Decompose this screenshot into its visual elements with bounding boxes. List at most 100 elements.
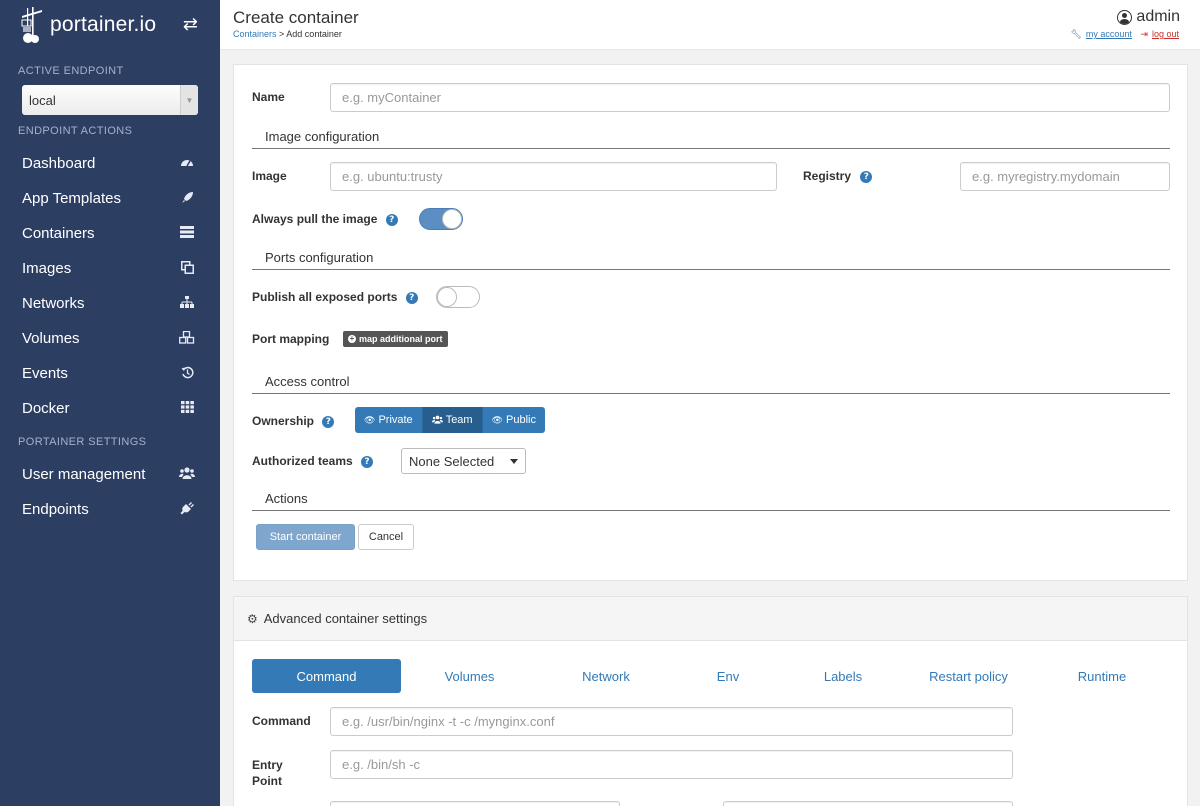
portainer-logo-icon[interactable] bbox=[20, 7, 46, 43]
registry-label-text: Registry bbox=[803, 169, 852, 183]
endpoint-select-value: local bbox=[29, 92, 56, 108]
sidebar-item-events[interactable]: Events bbox=[0, 356, 220, 391]
image-input[interactable]: e.g. ubuntu:trusty bbox=[330, 162, 777, 191]
sidebar-item-label: Networks bbox=[22, 295, 85, 312]
rocket-icon bbox=[179, 191, 195, 207]
sidebar-item-label: User management bbox=[22, 466, 146, 483]
ownership-button-group: 👁︎ Private Team 👁︎ Public bbox=[355, 407, 545, 433]
clone-icon bbox=[179, 260, 195, 277]
help-icon[interactable]: ? bbox=[385, 214, 398, 226]
caret-down-icon bbox=[510, 459, 518, 464]
sidebar-item-label: Images bbox=[22, 260, 72, 277]
eye-icon: 👁︎ bbox=[491, 414, 504, 425]
tab-network[interactable]: Network bbox=[550, 659, 662, 693]
name-input[interactable]: e.g. myContainer bbox=[330, 83, 1170, 112]
help-icon[interactable]: ? bbox=[405, 292, 418, 304]
map-additional-port-button[interactable]: + map additional port bbox=[343, 331, 448, 347]
registry-input[interactable]: e.g. myregistry.mydomain bbox=[960, 162, 1170, 191]
ownership-private-label: Private bbox=[378, 414, 413, 426]
users-icon bbox=[431, 415, 443, 426]
breadcrumb: Containers > Add container bbox=[233, 29, 342, 39]
help-icon[interactable]: ? bbox=[860, 171, 873, 183]
gear-icon: ⚙ bbox=[247, 611, 258, 626]
plus-circle-icon: + bbox=[348, 334, 356, 343]
tab-volumes[interactable]: Volumes bbox=[412, 659, 527, 693]
sidebar-item-volumes[interactable]: Volumes bbox=[0, 321, 220, 356]
image-label: Image bbox=[252, 169, 287, 183]
sidebar-item-dashboard[interactable]: Dashboard bbox=[0, 146, 220, 181]
sign-out-icon: ⇥ bbox=[1140, 29, 1148, 39]
image-input-placeholder: e.g. ubuntu:trusty bbox=[342, 169, 443, 184]
advanced-settings-panel: ⚙ Advanced container settings Command Vo… bbox=[233, 596, 1188, 806]
command-label: Command bbox=[252, 714, 311, 728]
ownership-team-button[interactable]: Team bbox=[422, 407, 483, 433]
endpoint-select[interactable]: local ▼ bbox=[22, 85, 198, 115]
always-pull-label-text: Always pull the image bbox=[252, 212, 378, 226]
entry-point-input[interactable]: e.g. /bin/sh -c bbox=[330, 750, 1013, 779]
publish-ports-toggle[interactable] bbox=[436, 286, 480, 308]
sidebar-item-docker[interactable]: Docker bbox=[0, 391, 220, 426]
portainer-settings-title: PORTAINER SETTINGS bbox=[18, 436, 147, 448]
swap-icon[interactable]: ⇄ bbox=[183, 14, 198, 35]
sidebar-item-containers[interactable]: Containers bbox=[0, 216, 220, 251]
user-circle-icon bbox=[1117, 9, 1133, 25]
username: admin bbox=[1136, 8, 1180, 25]
start-container-button[interactable]: Start container bbox=[256, 524, 355, 550]
breadcrumb-containers-link[interactable]: Containers bbox=[233, 29, 277, 39]
sidebar-item-app-templates[interactable]: App Templates bbox=[0, 181, 220, 216]
users-icon bbox=[179, 467, 195, 482]
tab-runtime[interactable]: Runtime bbox=[1060, 659, 1144, 693]
sidebar-item-networks[interactable]: Networks bbox=[0, 286, 220, 321]
page-title: Create container bbox=[233, 8, 359, 27]
authorized-teams-select[interactable]: None Selected bbox=[401, 448, 526, 474]
brand: portainer.io ⇄ bbox=[0, 0, 220, 50]
entry-point-label: Entry Point bbox=[252, 757, 283, 789]
tab-restart-policy[interactable]: Restart policy bbox=[916, 659, 1021, 693]
entry-point-label-line1: Entry bbox=[252, 758, 283, 772]
ownership-team-label: Team bbox=[445, 414, 473, 426]
name-label: Name bbox=[252, 90, 285, 104]
sitemap-icon bbox=[179, 296, 195, 311]
ownership-public-label: Public bbox=[506, 414, 536, 426]
breadcrumb-current: Add container bbox=[286, 29, 342, 39]
cancel-button[interactable]: Cancel bbox=[358, 524, 414, 550]
my-account-link[interactable]: my account bbox=[1086, 29, 1132, 39]
registry-input-placeholder: e.g. myregistry.mydomain bbox=[972, 169, 1120, 184]
access-control-heading: Access control bbox=[252, 374, 1170, 394]
tab-env[interactable]: Env bbox=[698, 659, 758, 693]
publish-ports-label-text: Publish all exposed ports bbox=[252, 290, 398, 304]
chevron-down-icon: ▼ bbox=[180, 85, 198, 115]
brand-name: portainer.io bbox=[50, 13, 157, 36]
sidebar-item-endpoints[interactable]: Endpoints bbox=[0, 492, 220, 527]
sidebar-item-label: Endpoints bbox=[22, 501, 89, 518]
extra-input-left[interactable] bbox=[330, 801, 620, 806]
ownership-private-button[interactable]: 👁︎ Private bbox=[355, 407, 423, 433]
sidebar-item-label: Events bbox=[22, 365, 68, 382]
sidebar: portainer.io ⇄ ACTIVE ENDPOINT local ▼ E… bbox=[0, 0, 220, 806]
wrench-icon: 🔧︎ bbox=[1070, 29, 1082, 39]
ownership-public-button[interactable]: 👁︎ Public bbox=[482, 407, 545, 433]
header: Create container Containers > Add contai… bbox=[220, 0, 1200, 50]
command-input[interactable]: e.g. /usr/bin/nginx -t -c /mynginx.conf bbox=[330, 707, 1013, 736]
entry-point-label-line2: Point bbox=[252, 774, 282, 788]
sidebar-item-user-management[interactable]: User management bbox=[0, 457, 220, 492]
advanced-settings-title: Advanced container settings bbox=[263, 611, 428, 626]
ownership-label-text: Ownership bbox=[252, 414, 315, 428]
extra-input-right[interactable] bbox=[723, 801, 1013, 806]
help-icon[interactable]: ? bbox=[361, 456, 374, 468]
sidebar-item-label: Dashboard bbox=[22, 155, 96, 172]
toggle-knob bbox=[437, 287, 457, 307]
tab-command[interactable]: Command bbox=[252, 659, 401, 693]
help-icon[interactable]: ? bbox=[322, 416, 335, 428]
sidebar-item-images[interactable]: Images bbox=[0, 251, 220, 286]
dashboard-icon bbox=[179, 156, 195, 171]
breadcrumb-separator: > bbox=[276, 29, 287, 39]
endpoint-actions-title: ENDPOINT ACTIONS bbox=[18, 125, 133, 137]
publish-ports-label: Publish all exposed ports ? bbox=[252, 290, 418, 304]
advanced-settings-header: ⚙ Advanced container settings bbox=[234, 597, 1187, 641]
always-pull-toggle[interactable] bbox=[419, 208, 463, 230]
always-pull-label: Always pull the image ? bbox=[252, 212, 398, 226]
sidebar-item-label: Docker bbox=[22, 400, 70, 417]
log-out-link[interactable]: log out bbox=[1152, 29, 1179, 39]
tab-labels[interactable]: Labels bbox=[799, 659, 887, 693]
